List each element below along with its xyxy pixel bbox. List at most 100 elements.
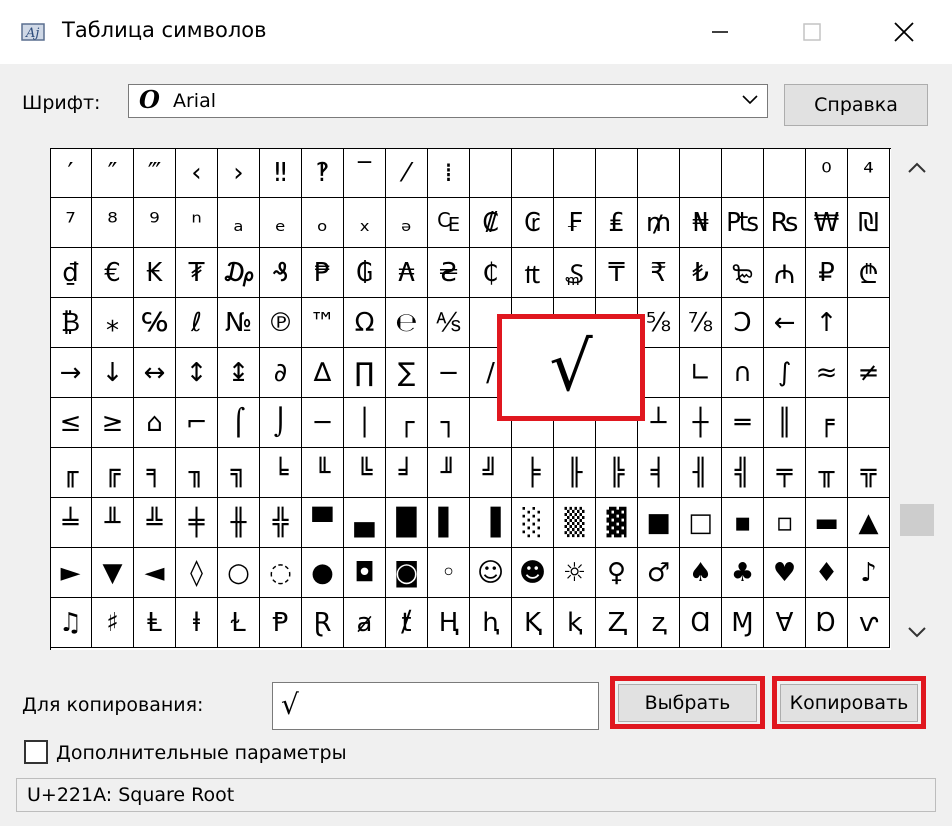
- char-cell[interactable]: Ω: [344, 298, 386, 348]
- char-cell[interactable]: ⌐: [176, 398, 218, 448]
- char-cell[interactable]: ◊: [176, 548, 218, 598]
- char-cell[interactable]: ⱦ: [386, 598, 428, 648]
- char-cell[interactable]: ╘: [260, 448, 302, 498]
- char-cell[interactable]: ⁿ: [176, 198, 218, 248]
- char-cell[interactable]: ₰: [260, 248, 302, 298]
- char-cell[interactable]: ▒: [554, 498, 596, 548]
- char-cell[interactable]: ℅: [134, 298, 176, 348]
- char-cell[interactable]: ₧: [722, 198, 764, 248]
- char-cell[interactable]: │: [344, 398, 386, 448]
- char-cell[interactable]: ▐: [470, 498, 512, 548]
- select-button[interactable]: Выбрать: [618, 684, 757, 722]
- close-button[interactable]: [858, 0, 950, 64]
- char-cell[interactable]: ▀: [302, 498, 344, 548]
- char-cell[interactable]: Ɑ: [680, 598, 722, 648]
- char-cell[interactable]: ↓: [92, 348, 134, 398]
- char-cell[interactable]: ⁞: [428, 148, 470, 198]
- char-cell[interactable]: Ᵽ: [260, 598, 302, 648]
- char-cell[interactable]: ╚: [344, 448, 386, 498]
- char-cell[interactable]: ↔: [134, 348, 176, 398]
- char-cell[interactable]: ≠: [848, 348, 890, 398]
- char-cell[interactable]: ╛: [386, 448, 428, 498]
- char-cell[interactable]: ⱨ: [470, 598, 512, 648]
- char-cell[interactable]: ▫: [764, 498, 806, 548]
- char-cell[interactable]: ⁸: [92, 198, 134, 248]
- char-cell[interactable]: ₷: [554, 248, 596, 298]
- char-cell[interactable]: ⱪ: [554, 598, 596, 648]
- char-cell[interactable]: ◌: [260, 548, 302, 598]
- char-cell[interactable]: €: [92, 248, 134, 298]
- char-cell[interactable]: ⁰: [806, 148, 848, 198]
- char-cell[interactable]: ╔: [92, 448, 134, 498]
- char-cell[interactable]: ▓: [596, 498, 638, 548]
- char-cell[interactable]: ♥: [764, 548, 806, 598]
- char-cell[interactable]: ₴: [428, 248, 470, 298]
- char-cell[interactable]: Ɫ: [218, 598, 260, 648]
- char-cell[interactable]: Ɐ: [764, 598, 806, 648]
- char-cell[interactable]: [680, 148, 722, 198]
- char-cell[interactable]: Ⱬ: [596, 598, 638, 648]
- char-cell[interactable]: ⁷: [50, 198, 92, 248]
- char-cell[interactable]: [512, 148, 554, 198]
- char-cell[interactable]: ─: [302, 398, 344, 448]
- char-cell[interactable]: ╧: [50, 498, 92, 548]
- char-cell[interactable]: ▄: [344, 498, 386, 548]
- grid-scrollbar[interactable]: [897, 148, 937, 650]
- char-cell[interactable]: ∑: [386, 348, 428, 398]
- char-cell[interactable]: ╨: [92, 498, 134, 548]
- char-cell[interactable]: ∫: [764, 348, 806, 398]
- char-cell[interactable]: →: [50, 348, 92, 398]
- char-cell[interactable]: ⁹: [134, 198, 176, 248]
- char-cell[interactable]: ⱡ: [176, 598, 218, 648]
- char-cell[interactable]: ♣: [722, 548, 764, 598]
- char-cell[interactable]: ₶: [512, 248, 554, 298]
- char-cell[interactable]: ₪: [848, 198, 890, 248]
- char-cell[interactable]: ♪: [848, 548, 890, 598]
- char-cell[interactable]: ₾: [848, 248, 890, 298]
- char-cell[interactable]: [764, 148, 806, 198]
- scroll-up-icon[interactable]: [905, 160, 929, 176]
- char-cell[interactable]: ╡: [638, 448, 680, 498]
- char-cell[interactable]: [848, 298, 890, 348]
- char-cell[interactable]: █: [386, 498, 428, 548]
- char-cell[interactable]: ₡: [470, 198, 512, 248]
- copy-button[interactable]: Копировать: [780, 684, 918, 722]
- char-cell[interactable]: ♦: [806, 548, 848, 598]
- char-cell[interactable]: ₭: [134, 248, 176, 298]
- char-cell[interactable]: Ⱡ: [134, 598, 176, 648]
- char-cell[interactable]: ₿: [50, 298, 92, 348]
- scroll-down-icon[interactable]: [905, 624, 929, 640]
- char-cell[interactable]: ╗: [218, 448, 260, 498]
- help-button[interactable]: Справка: [784, 84, 928, 126]
- char-cell[interactable]: ₥: [638, 198, 680, 248]
- char-cell[interactable]: ⌡: [260, 398, 302, 448]
- char-cell[interactable]: ⁴: [848, 148, 890, 198]
- char-cell[interactable]: ₼: [764, 248, 806, 298]
- char-cell[interactable]: ‾: [344, 148, 386, 198]
- char-cell[interactable]: [848, 398, 890, 448]
- char-cell[interactable]: ╠: [596, 448, 638, 498]
- char-cell[interactable]: ┌: [386, 398, 428, 448]
- char-cell[interactable]: ⅞: [680, 298, 722, 348]
- char-cell[interactable]: □: [680, 498, 722, 548]
- char-cell[interactable]: ₒ: [302, 198, 344, 248]
- char-cell[interactable]: [470, 148, 512, 198]
- char-cell[interactable]: ⱬ: [638, 598, 680, 648]
- character-grid[interactable]: ′ ″ ‴ ‹ › ‼ ‽ ‾ ⁄ ⁞ ⁰ ⁴ ⁷ ⁸ ⁹ ⁿ ₐ ₑ ₒ ₓ ₔ ₠ ₡ ₢ ₣ ₤ ₥ ₦ ₧ ₨ ₩ ₪ ₫ € ₭ ₮ ₯ ₰ ₱ ₲…: [50, 148, 891, 650]
- char-cell[interactable]: ‹: [176, 148, 218, 198]
- char-cell[interactable]: ₐ: [218, 198, 260, 248]
- char-cell[interactable]: ║: [764, 398, 806, 448]
- char-cell[interactable]: ∏: [344, 348, 386, 398]
- char-cell[interactable]: ℗: [260, 298, 302, 348]
- char-cell[interactable]: ▲: [848, 498, 890, 548]
- char-cell[interactable]: ∂: [260, 348, 302, 398]
- char-cell[interactable]: ⱱ: [848, 598, 890, 648]
- char-cell[interactable]: №: [218, 298, 260, 348]
- char-cell[interactable]: ╦: [848, 448, 890, 498]
- char-cell[interactable]: ⁎: [92, 298, 134, 348]
- char-cell[interactable]: ‽: [302, 148, 344, 198]
- char-cell[interactable]: ⌠: [218, 398, 260, 448]
- char-cell[interactable]: ₑ: [260, 198, 302, 248]
- char-cell[interactable]: ╢: [680, 448, 722, 498]
- char-cell[interactable]: ┼: [680, 398, 722, 448]
